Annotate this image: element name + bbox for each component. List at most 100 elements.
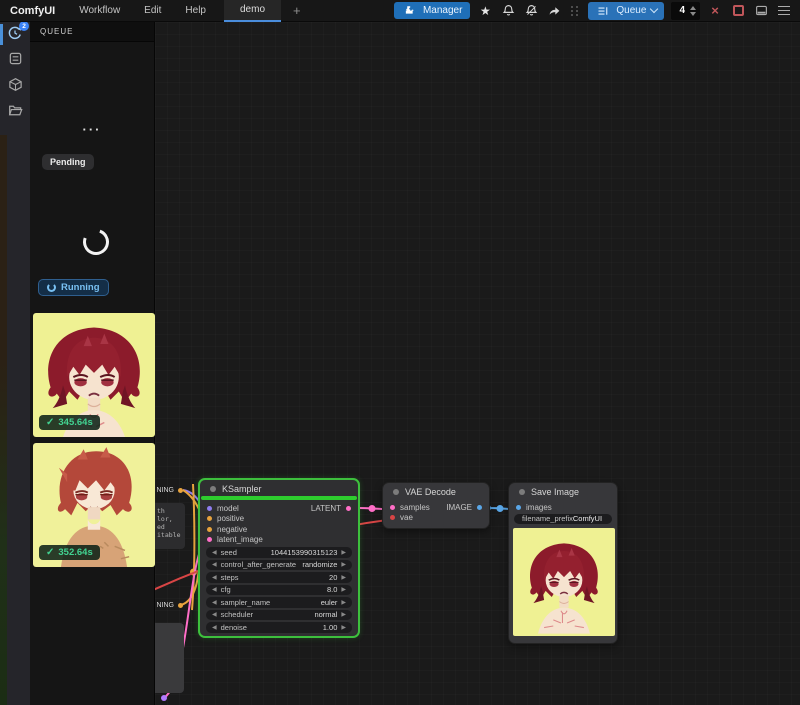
input-slot-model[interactable]: model LATENT (200, 503, 358, 514)
input-slot-latent-image[interactable]: latent_image (200, 535, 358, 546)
clipped-node-output-conditioning: NING (155, 598, 185, 612)
decrement-icon[interactable]: ◀ (212, 574, 217, 581)
sidebar-item-queue[interactable]: 2 (0, 22, 30, 48)
output-slot-image[interactable]: IMAGE (446, 502, 482, 513)
menu-help[interactable]: Help (173, 5, 218, 16)
widget-steps[interactable]: ◀ steps 20 ▶ (206, 572, 352, 583)
widget-denoise[interactable]: ◀ denoise 1.00 ▶ (206, 622, 352, 633)
sidebar-item-workflows[interactable] (0, 100, 30, 126)
decrement-icon[interactable]: ◀ (212, 611, 217, 618)
decrement-icon[interactable]: ◀ (212, 599, 217, 606)
manager-button[interactable]: Manager (394, 2, 470, 19)
share-arrow-icon[interactable] (546, 3, 562, 19)
collapse-dot-icon[interactable] (519, 489, 525, 495)
latent-image-slot-dot[interactable] (207, 537, 212, 542)
collapse-dot-icon[interactable] (393, 489, 399, 495)
stepper-arrows-icon[interactable] (690, 6, 696, 16)
latent-slot-dot[interactable] (346, 506, 351, 511)
input-slot-positive[interactable]: positive (200, 514, 358, 525)
negative-slot-dot[interactable] (207, 527, 212, 532)
saved-image-preview[interactable] (513, 528, 615, 636)
puzzle-icon (402, 3, 418, 19)
drag-handle-icon[interactable] (571, 6, 579, 16)
decrement-icon[interactable]: ◀ (212, 561, 217, 568)
queue-panel-title: QUEUE (30, 22, 154, 42)
menu-hamburger-icon[interactable] (776, 3, 792, 19)
increment-icon[interactable]: ▶ (341, 611, 346, 618)
widget-control-after-generate[interactable]: ◀ control_after_generate randomize ▶ (206, 560, 352, 571)
decrement-icon[interactable]: ◀ (212, 549, 217, 556)
queue-icon (595, 3, 611, 19)
sidebar-item-node-library[interactable] (0, 48, 30, 74)
folder-open-icon (8, 103, 23, 123)
input-slot-negative[interactable]: negative (200, 524, 358, 535)
menu-workflow[interactable]: Workflow (67, 5, 132, 16)
stop-icon[interactable] (730, 3, 746, 19)
duration-badge: ✓ 352.64s (39, 545, 100, 560)
queue-result-item[interactable]: ✓ 345.64s (33, 313, 155, 437)
queue-result-item[interactable]: ✓ 352.64s (33, 443, 155, 567)
chevron-down-icon (650, 5, 658, 13)
widget-seed[interactable]: ◀ seed 1044153990315123 ▶ (206, 547, 352, 558)
duration-value: 345.64s (58, 417, 92, 428)
node-header[interactable]: Save Image (509, 483, 617, 498)
clear-queue-icon[interactable]: × (707, 3, 723, 19)
node-vae-decode[interactable]: VAE Decode samples IMAGE vae (382, 482, 490, 529)
node-graph-canvas[interactable]: NING th lor, ed itable NING KSampler mod… (155, 22, 800, 705)
samples-slot-dot[interactable] (390, 505, 395, 510)
widget-scheduler[interactable]: ◀ scheduler normal ▶ (206, 610, 352, 621)
increment-icon[interactable]: ▶ (341, 549, 346, 556)
check-icon: ✓ (46, 547, 54, 558)
decrement-icon[interactable]: ◀ (212, 586, 217, 593)
sidebar-item-model-library[interactable] (0, 74, 30, 100)
queue-button[interactable]: Queue (588, 2, 664, 20)
bell-alt-icon[interactable] (523, 3, 539, 19)
running-section-label[interactable]: Running (38, 279, 109, 296)
increment-icon[interactable]: ▶ (341, 586, 346, 593)
node-save-image[interactable]: Save Image images filename_prefix ComfyU… (508, 482, 618, 644)
node-header[interactable]: KSampler (200, 480, 358, 495)
widget-cfg[interactable]: ◀ cfg 8.0 ▶ (206, 585, 352, 596)
preview-character (513, 528, 615, 636)
batch-count-stepper[interactable]: 4 (671, 2, 700, 20)
increment-icon[interactable]: ▶ (341, 624, 346, 631)
batch-count-value: 4 (679, 5, 685, 16)
conditioning-slot-dot (178, 603, 183, 608)
output-slot-latent[interactable]: LATENT (311, 503, 351, 514)
images-slot-dot[interactable] (516, 505, 521, 510)
input-slot-images[interactable]: images (509, 502, 617, 513)
execution-progress-bar (201, 496, 357, 500)
clipped-node-body (155, 623, 184, 693)
vae-slot-dot[interactable] (390, 515, 395, 520)
manager-label: Manager (423, 5, 462, 16)
model-slot-dot[interactable] (207, 506, 212, 511)
loading-spinner-icon (79, 225, 114, 260)
collapse-dot-icon[interactable] (210, 486, 216, 492)
more-options-button[interactable]: ··· (30, 122, 154, 137)
new-workflow-button[interactable]: + (281, 0, 313, 22)
panel-toggle-icon[interactable] (753, 3, 769, 19)
clipped-node-output-conditioning: NING (155, 483, 185, 497)
duration-value: 352.64s (58, 547, 92, 558)
increment-icon[interactable]: ▶ (341, 599, 346, 606)
positive-slot-dot[interactable] (207, 516, 212, 521)
tab-demo[interactable]: demo (224, 0, 281, 22)
pending-section-label[interactable]: Pending (42, 154, 94, 170)
input-slot-vae[interactable]: vae (383, 513, 489, 524)
check-icon: ✓ (46, 417, 54, 428)
node-header[interactable]: VAE Decode (383, 483, 489, 498)
bell-icon[interactable] (500, 3, 516, 19)
input-slot-samples[interactable]: samples IMAGE (383, 502, 489, 513)
increment-icon[interactable]: ▶ (341, 561, 346, 568)
increment-icon[interactable]: ▶ (341, 574, 346, 581)
menu-edit[interactable]: Edit (132, 5, 173, 16)
widget-sampler-name[interactable]: ◀ sampler_name euler ▶ (206, 597, 352, 608)
app-logo[interactable]: ComfyUI (0, 5, 67, 17)
widget-filename-prefix[interactable]: filename_prefix ComfyUI (514, 514, 612, 525)
image-slot-dot[interactable] (477, 505, 482, 510)
decrement-icon[interactable]: ◀ (212, 624, 217, 631)
clipped-slot-dot (161, 695, 167, 701)
queue-label: Queue (616, 5, 646, 16)
star-icon[interactable]: ★ (477, 3, 493, 19)
node-ksampler[interactable]: KSampler model LATENT positive (198, 478, 360, 638)
